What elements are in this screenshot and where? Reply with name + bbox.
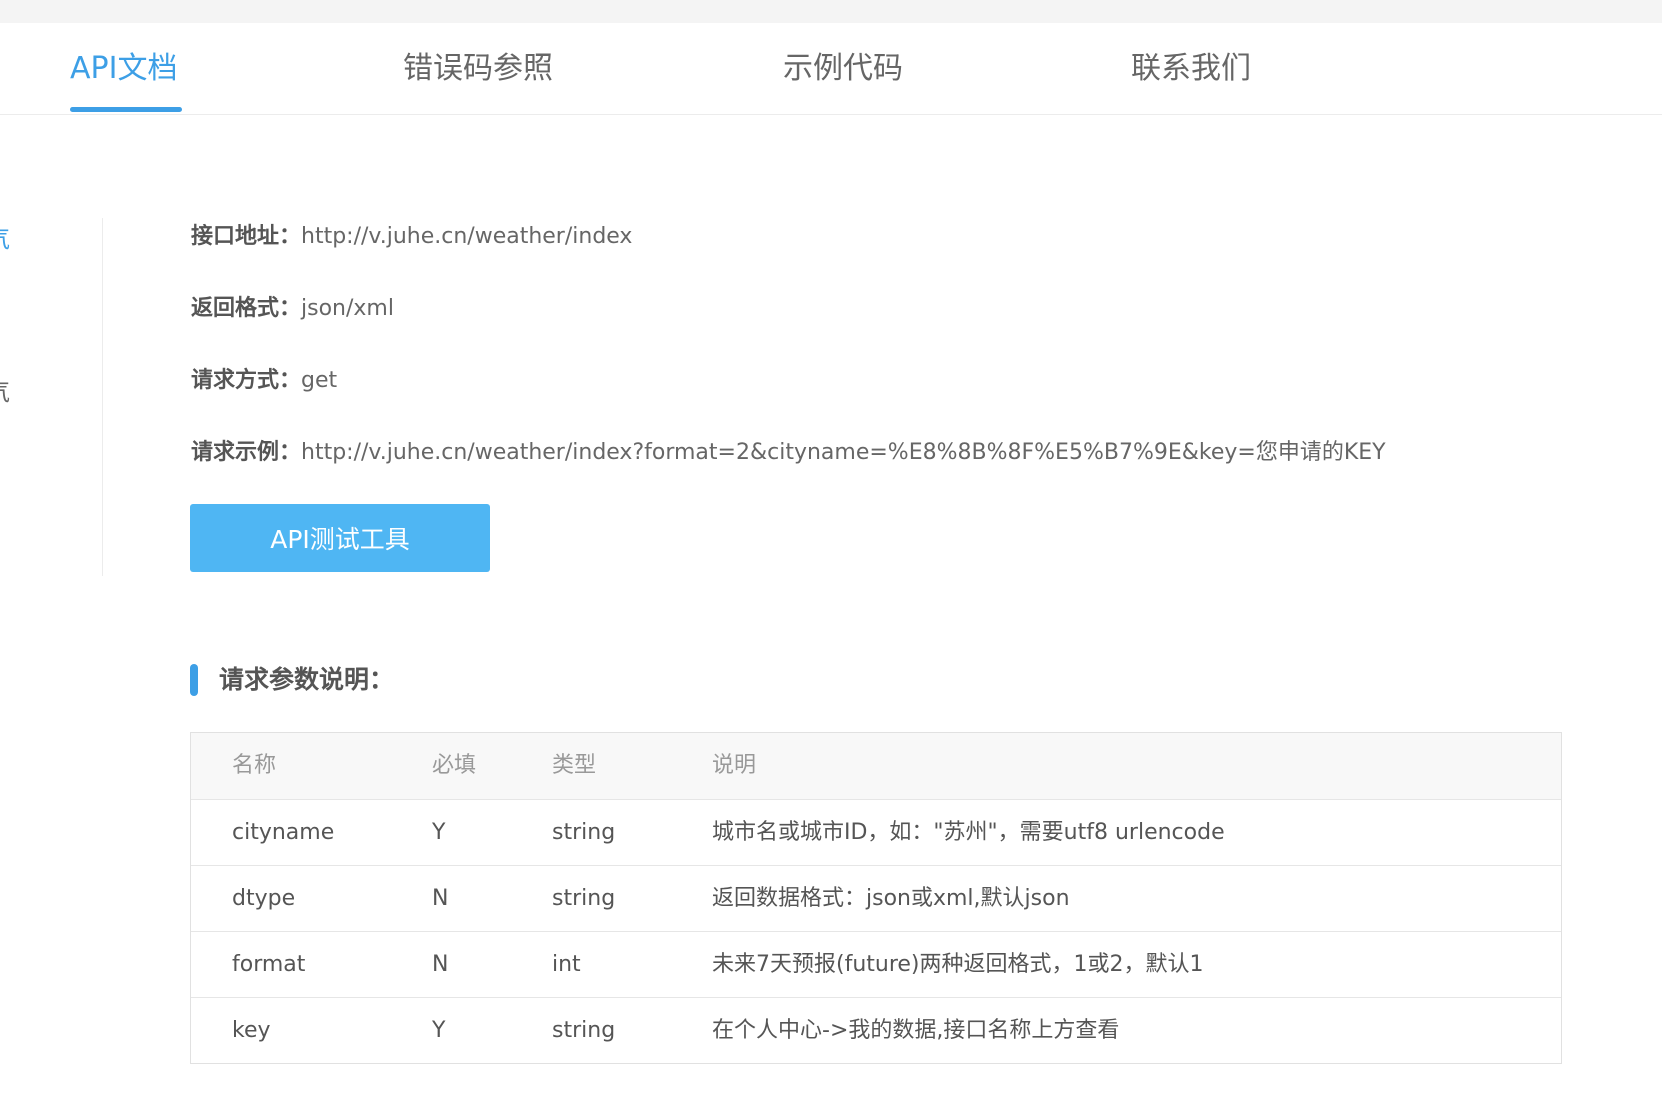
return-format-label: 返回格式： (191, 296, 302, 321)
table-header-row: 名称 必填 类型 说明 (191, 733, 1561, 799)
sidebar-item-active[interactable]: 气 (0, 219, 10, 254)
table-row: cityname Y string 城市名或城市ID，如："苏州"，需要utf8… (191, 799, 1561, 865)
param-required: N (432, 952, 449, 977)
tab-bar: API文档 错误码参照 示例代码 联系我们 (0, 23, 1662, 115)
active-tab-indicator (70, 107, 182, 112)
param-description: 返回数据格式：json或xml,默认json (712, 886, 1070, 911)
param-required: Y (432, 1018, 446, 1043)
top-strip (0, 0, 1662, 23)
sidebar-divider (102, 218, 103, 576)
request-method-value: get (301, 368, 338, 393)
request-method-row: 请求方式：get (191, 367, 337, 395)
param-required: Y (432, 820, 446, 845)
header-required: 必填 (432, 753, 477, 778)
param-name: dtype (232, 886, 296, 911)
param-description: 城市名或城市ID，如："苏州"，需要utf8 urlencode (712, 820, 1225, 845)
header-name: 名称 (232, 753, 277, 778)
request-example-row: 请求示例：http://v.juhe.cn/weather/index?form… (191, 439, 1386, 467)
table-row: key Y string 在个人中心->我的数据,接口名称上方查看 (191, 997, 1561, 1063)
sidebar-item[interactable]: 气 (0, 372, 10, 407)
param-description: 未来7天预报(future)两种返回格式，1或2，默认1 (712, 952, 1204, 977)
return-format-value: json/xml (301, 296, 394, 321)
tab-contact-us[interactable]: 联系我们 (1131, 51, 1251, 87)
param-name: format (232, 952, 306, 977)
api-address-label: 接口地址： (191, 224, 302, 249)
params-table: 名称 必填 类型 说明 cityname Y string 城市名或城市ID，如… (190, 732, 1562, 1064)
param-type: int (552, 952, 581, 977)
header-description: 说明 (712, 753, 757, 778)
param-type: string (552, 1018, 616, 1043)
request-example-value: http://v.juhe.cn/weather/index?format=2&… (301, 440, 1386, 465)
param-description: 在个人中心->我的数据,接口名称上方查看 (712, 1018, 1120, 1043)
header-type: 类型 (552, 753, 597, 778)
table-row: dtype N string 返回数据格式：json或xml,默认json (191, 865, 1561, 931)
tab-api-docs[interactable]: API文档 (70, 51, 177, 87)
param-type: string (552, 886, 616, 911)
tab-sample-code[interactable]: 示例代码 (783, 51, 903, 87)
section-marker (190, 664, 198, 696)
param-type: string (552, 820, 616, 845)
param-required: N (432, 886, 449, 911)
param-name: key (232, 1018, 271, 1043)
api-test-tool-button[interactable]: API测试工具 (190, 504, 490, 572)
table-row: format N int 未来7天预报(future)两种返回格式，1或2，默认… (191, 931, 1561, 997)
api-address-value: http://v.juhe.cn/weather/index (301, 224, 633, 249)
tab-error-codes[interactable]: 错误码参照 (403, 51, 553, 87)
param-name: cityname (232, 820, 335, 845)
request-method-label: 请求方式： (191, 368, 302, 393)
params-section-title: 请求参数说明： (219, 665, 395, 694)
request-example-label: 请求示例： (191, 440, 302, 465)
return-format-row: 返回格式：json/xml (191, 295, 394, 323)
api-address-row: 接口地址：http://v.juhe.cn/weather/index (191, 223, 632, 251)
